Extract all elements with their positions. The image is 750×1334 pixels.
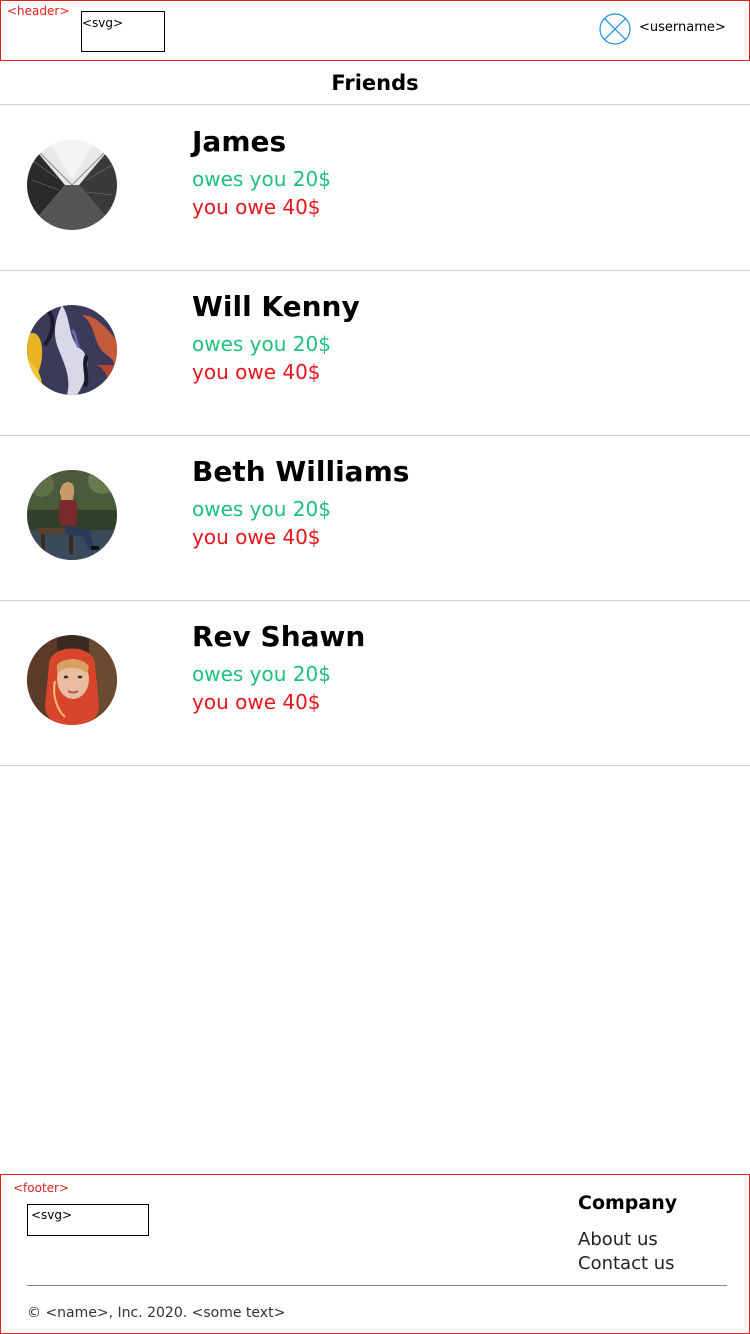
you-owe-amount: you owe 40$	[192, 195, 321, 219]
friend-avatar	[27, 635, 117, 725]
owes-you-amount: owes you 20$	[192, 332, 331, 356]
friend-name: Beth Williams	[192, 455, 410, 488]
header-wireframe-tag: <header>	[7, 4, 70, 18]
friend-name: James	[192, 125, 287, 158]
header-logo-placeholder-label: <svg>	[82, 16, 124, 30]
owes-you-amount: owes you 20$	[192, 497, 331, 521]
owes-you-amount: owes you 20$	[192, 167, 331, 191]
friend-avatar	[27, 140, 117, 230]
you-owe-amount: you owe 40$	[192, 690, 321, 714]
footer-divider	[27, 1285, 727, 1286]
username[interactable]: <username>	[639, 20, 726, 36]
header: <header> <svg> <username>	[0, 0, 750, 61]
friend-name: Rev Shawn	[192, 620, 366, 653]
copyright-text: © <name>, Inc. 2020. <some text>	[27, 1305, 286, 1321]
friend-row[interactable]: Will Kenny owes you 20$ you owe 40$	[0, 271, 750, 436]
header-logo[interactable]: <svg>	[81, 11, 165, 52]
footer-logo[interactable]: <svg>	[27, 1204, 149, 1236]
friend-row[interactable]: James owes you 20$ you owe 40$	[0, 106, 750, 271]
footer-logo-placeholder-label: <svg>	[31, 1208, 73, 1222]
about-us-link[interactable]: About us	[578, 1229, 658, 1251]
footer-wireframe-tag: <footer>	[13, 1181, 70, 1195]
you-owe-amount: you owe 40$	[192, 360, 321, 384]
page-title: Friends	[0, 61, 750, 105]
owes-you-amount: owes you 20$	[192, 662, 331, 686]
contact-us-link[interactable]: Contact us	[578, 1253, 675, 1275]
friend-avatar	[27, 470, 117, 560]
friend-list: James owes you 20$ you owe 40$ Will Kenn…	[0, 106, 750, 766]
company-heading: Company	[578, 1192, 678, 1214]
you-owe-amount: you owe 40$	[192, 525, 321, 549]
friend-row[interactable]: Rev Shawn owes you 20$ you owe 40$	[0, 601, 750, 766]
friend-name: Will Kenny	[192, 290, 360, 323]
footer: <footer> <svg> Company About us Contact …	[0, 1174, 750, 1334]
user-avatar-icon[interactable]	[599, 13, 631, 45]
friend-row[interactable]: Beth Williams owes you 20$ you owe 40$	[0, 436, 750, 601]
friend-avatar	[27, 305, 117, 395]
